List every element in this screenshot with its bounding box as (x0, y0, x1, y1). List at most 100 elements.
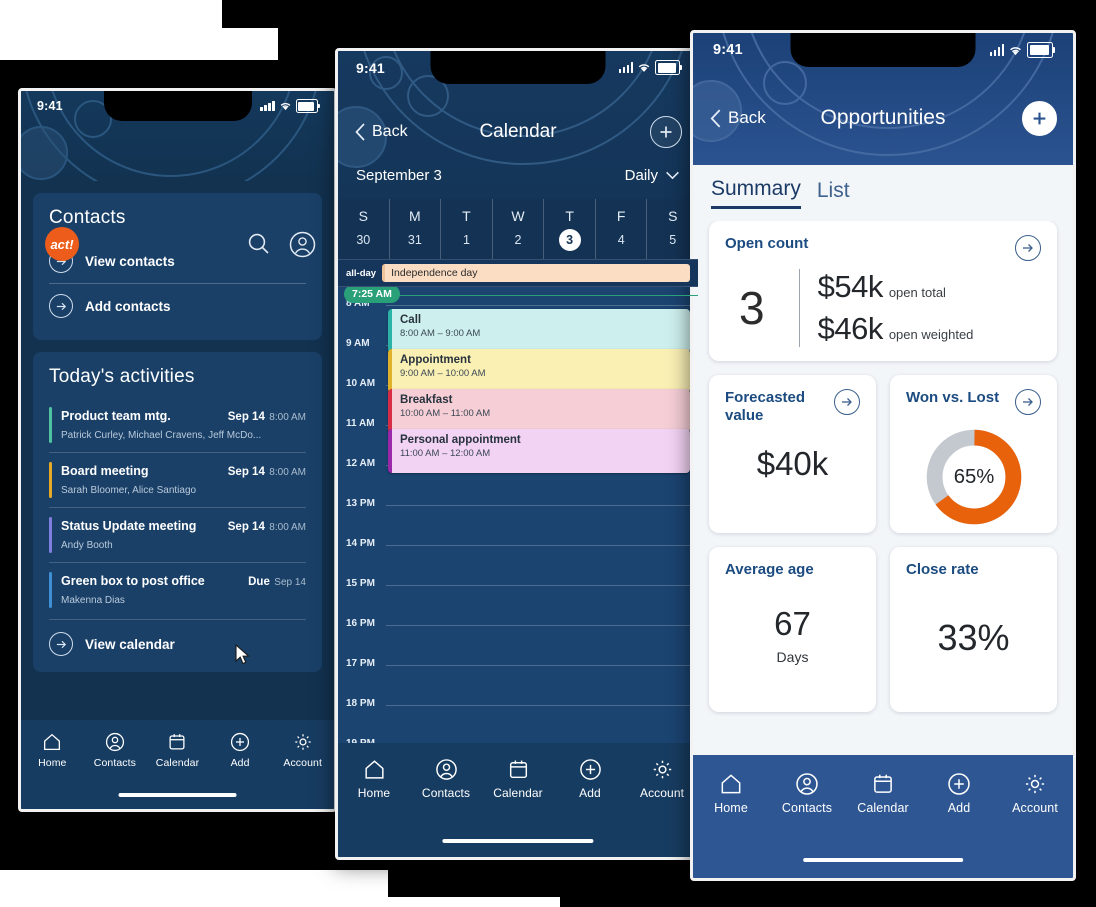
tab-calendar[interactable]: Calendar (146, 731, 209, 769)
hour-row: 18 PM (338, 698, 698, 745)
week-day-cell[interactable]: S5 (646, 199, 698, 259)
search-icon[interactable] (246, 231, 272, 262)
arrow-right-icon[interactable] (834, 389, 860, 415)
week-day-cell[interactable]: S 30 (338, 199, 389, 259)
tab-add[interactable]: Add (921, 771, 997, 815)
list-item[interactable]: Green box to post office Makenna Dias Du… (49, 562, 306, 617)
status-bar: 9:41 (338, 51, 698, 84)
svg-text:65%: 65% (953, 466, 994, 488)
tab-list[interactable]: List (817, 179, 850, 208)
account-avatar-icon[interactable] (289, 231, 316, 263)
plus-circle-icon (231, 732, 250, 752)
average-age-title: Average age (725, 561, 814, 578)
view-calendar-link[interactable]: View calendar (49, 619, 306, 658)
activity-time: 8:00 AM (269, 467, 306, 478)
week-day-cell[interactable]: W2 (491, 199, 544, 259)
calendar-event[interactable]: Personal appointment 11:00 AM – 12:00 AM (388, 429, 690, 473)
activity-color-bar (49, 572, 52, 608)
tab-home-label: Home (38, 757, 67, 769)
contacts-icon (796, 773, 818, 795)
tab-account[interactable]: Account (626, 757, 698, 800)
close-rate-card[interactable]: Close rate 33% (890, 547, 1057, 712)
day-grid[interactable]: 8 AM 9 AM 10 AM 11 AM 12 AM 13 PM 14 PM … (338, 285, 698, 757)
all-day-event[interactable]: Independence day (382, 264, 690, 282)
tab-contacts[interactable]: Contacts (84, 731, 147, 769)
current-time-line (396, 295, 698, 296)
calendar-event[interactable]: Breakfast 10:00 AM – 11:00 AM (388, 389, 690, 433)
hour-label: 13 PM (346, 498, 375, 509)
week-day-cell-selected[interactable]: T3 (543, 199, 595, 259)
tab-contacts[interactable]: Contacts (769, 771, 845, 815)
activity-title: Status Update meeting (61, 519, 197, 533)
average-age-card[interactable]: Average age 67 Days (709, 547, 876, 712)
week-dow: T (565, 207, 574, 224)
week-dow: W (511, 207, 525, 224)
tab-home[interactable]: Home (21, 731, 84, 769)
add-button[interactable] (650, 116, 682, 148)
calendar-event[interactable]: Call 8:00 AM – 9:00 AM (388, 309, 690, 353)
tab-summary[interactable]: Summary (711, 177, 801, 209)
add-contacts-link[interactable]: Add contacts (49, 283, 306, 328)
all-day-row: all-day Independence day (338, 259, 698, 287)
open-weighted-label: open weighted (888, 327, 974, 342)
status-indicators (260, 99, 321, 113)
status-time: 9:41 (37, 99, 63, 113)
hour-label: 18 PM (346, 698, 375, 709)
tab-add[interactable]: Add (554, 757, 626, 800)
list-item[interactable]: Product team mtg. Patrick Curley, Michae… (49, 398, 306, 452)
activity-color-bar (49, 407, 52, 443)
week-day-cell[interactable]: F4 (594, 199, 647, 259)
arrow-right-icon[interactable] (1015, 389, 1041, 415)
list-item[interactable]: Status Update meeting Andy Booth Sep 14 … (49, 507, 306, 562)
week-daynum: 2 (514, 232, 522, 247)
bottom-tab-bar: Home Contacts Calendar Add Account (693, 755, 1073, 878)
hour-row: 13 PM (338, 498, 698, 545)
tab-account[interactable]: Account (271, 731, 334, 769)
view-mode-dropdown[interactable]: Daily (625, 167, 680, 184)
add-button[interactable] (1022, 100, 1057, 136)
back-button[interactable]: Back (354, 122, 408, 142)
tab-contacts[interactable]: Contacts (410, 757, 482, 800)
tab-calendar[interactable]: Calendar (845, 771, 921, 815)
open-total-label: open total (888, 285, 946, 300)
calendar-icon (874, 774, 892, 793)
arrow-right-icon[interactable] (1015, 235, 1041, 261)
status-time: 9:41 (713, 42, 743, 58)
activity-people: Sarah Bloomer, Alice Santiago (61, 485, 197, 496)
hour-row: 16 PM (338, 618, 698, 665)
donut-chart: 65% (926, 429, 1021, 525)
tab-home[interactable]: Home (693, 771, 769, 815)
open-count-value: 3 (739, 282, 765, 334)
segment-tabs: Summary List (693, 165, 1073, 221)
arrow-right-icon (49, 294, 73, 318)
won-vs-lost-donut: 65% (906, 425, 1041, 529)
open-weighted-row: $46k open weighted (818, 311, 974, 347)
calendar-event[interactable]: Appointment 9:00 AM – 10:00 AM (388, 349, 690, 393)
week-day-cell[interactable]: M 31 (388, 199, 441, 259)
activity-time: 8:00 AM (269, 412, 306, 423)
tab-account[interactable]: Account (997, 771, 1073, 815)
list-item[interactable]: Board meeting Sarah Bloomer, Alice Santi… (49, 452, 306, 507)
activity-people: Makenna Dias (61, 595, 125, 606)
week-daynum: 30 (356, 232, 371, 247)
tab-home-label: Home (357, 786, 391, 800)
cellular-signal-icon (618, 62, 634, 73)
won-vs-lost-card[interactable]: Won vs. Lost 65% (890, 375, 1057, 533)
nav-bar: Back Calendar (338, 109, 698, 155)
hour-row: 15 PM (338, 578, 698, 625)
forecasted-value-card[interactable]: Forecasted value $40k (709, 375, 876, 533)
activity-date: Due (248, 576, 270, 588)
home-indicator (118, 793, 237, 797)
tab-add[interactable]: Add (209, 731, 272, 769)
tab-calendar[interactable]: Calendar (482, 757, 554, 800)
phone1-body: Contacts View contacts Add contacts Toda… (21, 181, 334, 731)
week-day-cell[interactable]: T1 (440, 199, 492, 259)
current-time-chip: 7:25 AM (344, 285, 400, 303)
phone-calendar-screen: 9:41 Back Calendar September 3 Daily S 30… (335, 48, 701, 860)
open-total-value: $54k (817, 269, 884, 304)
activity-title: Green box to post office (61, 574, 205, 588)
activity-title: Board meeting (61, 464, 149, 478)
back-button[interactable]: Back (709, 108, 766, 129)
open-count-card[interactable]: Open count 3 $54k open total $46k open w… (709, 221, 1057, 361)
tab-home[interactable]: Home (338, 757, 410, 800)
